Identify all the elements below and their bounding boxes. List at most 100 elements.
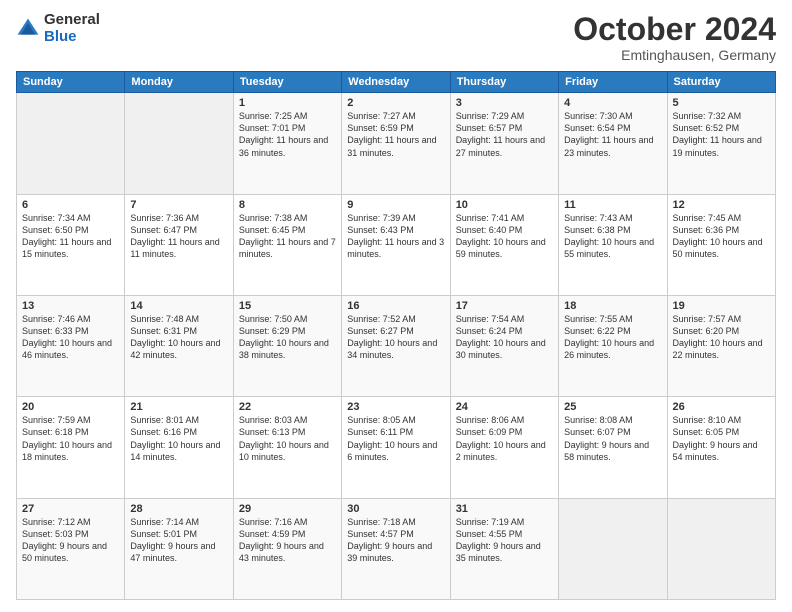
calendar-cell: 4Sunrise: 7:30 AM Sunset: 6:54 PM Daylig… — [559, 93, 667, 194]
calendar-cell: 27Sunrise: 7:12 AM Sunset: 5:03 PM Dayli… — [17, 498, 125, 599]
day-number: 28 — [130, 503, 227, 515]
month-title: October 2024 — [573, 12, 776, 47]
calendar-cell: 3Sunrise: 7:29 AM Sunset: 6:57 PM Daylig… — [450, 93, 558, 194]
calendar-cell: 20Sunrise: 7:59 AM Sunset: 6:18 PM Dayli… — [17, 397, 125, 498]
day-number: 4 — [564, 97, 661, 109]
day-number: 23 — [347, 401, 444, 413]
day-info: Sunrise: 7:41 AM Sunset: 6:40 PM Dayligh… — [456, 212, 553, 261]
calendar-cell: 7Sunrise: 7:36 AM Sunset: 6:47 PM Daylig… — [125, 194, 233, 295]
calendar-cell: 14Sunrise: 7:48 AM Sunset: 6:31 PM Dayli… — [125, 295, 233, 396]
day-number: 5 — [673, 97, 770, 109]
day-info: Sunrise: 7:19 AM Sunset: 4:55 PM Dayligh… — [456, 516, 553, 565]
day-info: Sunrise: 7:27 AM Sunset: 6:59 PM Dayligh… — [347, 110, 444, 159]
calendar-cell: 6Sunrise: 7:34 AM Sunset: 6:50 PM Daylig… — [17, 194, 125, 295]
day-info: Sunrise: 7:39 AM Sunset: 6:43 PM Dayligh… — [347, 212, 444, 261]
day-info: Sunrise: 8:06 AM Sunset: 6:09 PM Dayligh… — [456, 414, 553, 463]
calendar-cell: 1Sunrise: 7:25 AM Sunset: 7:01 PM Daylig… — [233, 93, 341, 194]
day-header-saturday: Saturday — [667, 72, 775, 93]
day-number: 19 — [673, 300, 770, 312]
day-number: 25 — [564, 401, 661, 413]
calendar-table: SundayMondayTuesdayWednesdayThursdayFrid… — [16, 71, 776, 600]
day-info: Sunrise: 7:57 AM Sunset: 6:20 PM Dayligh… — [673, 313, 770, 362]
day-info: Sunrise: 7:16 AM Sunset: 4:59 PM Dayligh… — [239, 516, 336, 565]
calendar-cell: 24Sunrise: 8:06 AM Sunset: 6:09 PM Dayli… — [450, 397, 558, 498]
day-info: Sunrise: 7:52 AM Sunset: 6:27 PM Dayligh… — [347, 313, 444, 362]
logo-general: General — [44, 12, 100, 29]
day-info: Sunrise: 8:08 AM Sunset: 6:07 PM Dayligh… — [564, 414, 661, 463]
day-number: 31 — [456, 503, 553, 515]
day-info: Sunrise: 8:05 AM Sunset: 6:11 PM Dayligh… — [347, 414, 444, 463]
day-number: 6 — [22, 199, 119, 211]
day-number: 14 — [130, 300, 227, 312]
calendar-cell: 23Sunrise: 8:05 AM Sunset: 6:11 PM Dayli… — [342, 397, 450, 498]
day-info: Sunrise: 7:30 AM Sunset: 6:54 PM Dayligh… — [564, 110, 661, 159]
calendar-cell: 17Sunrise: 7:54 AM Sunset: 6:24 PM Dayli… — [450, 295, 558, 396]
day-number: 8 — [239, 199, 336, 211]
day-info: Sunrise: 7:32 AM Sunset: 6:52 PM Dayligh… — [673, 110, 770, 159]
day-number: 10 — [456, 199, 553, 211]
logo-icon — [16, 17, 40, 41]
day-number: 27 — [22, 503, 119, 515]
day-number: 29 — [239, 503, 336, 515]
calendar-cell: 15Sunrise: 7:50 AM Sunset: 6:29 PM Dayli… — [233, 295, 341, 396]
day-info: Sunrise: 7:43 AM Sunset: 6:38 PM Dayligh… — [564, 212, 661, 261]
day-number: 7 — [130, 199, 227, 211]
logo: General Blue — [16, 12, 100, 45]
calendar-cell: 25Sunrise: 8:08 AM Sunset: 6:07 PM Dayli… — [559, 397, 667, 498]
day-number: 20 — [22, 401, 119, 413]
day-info: Sunrise: 7:36 AM Sunset: 6:47 PM Dayligh… — [130, 212, 227, 261]
day-info: Sunrise: 7:12 AM Sunset: 5:03 PM Dayligh… — [22, 516, 119, 565]
day-number: 15 — [239, 300, 336, 312]
calendar-cell: 30Sunrise: 7:18 AM Sunset: 4:57 PM Dayli… — [342, 498, 450, 599]
day-number: 21 — [130, 401, 227, 413]
calendar-cell: 9Sunrise: 7:39 AM Sunset: 6:43 PM Daylig… — [342, 194, 450, 295]
day-info: Sunrise: 7:34 AM Sunset: 6:50 PM Dayligh… — [22, 212, 119, 261]
calendar-cell: 21Sunrise: 8:01 AM Sunset: 6:16 PM Dayli… — [125, 397, 233, 498]
day-info: Sunrise: 7:55 AM Sunset: 6:22 PM Dayligh… — [564, 313, 661, 362]
calendar-cell: 10Sunrise: 7:41 AM Sunset: 6:40 PM Dayli… — [450, 194, 558, 295]
calendar-cell: 11Sunrise: 7:43 AM Sunset: 6:38 PM Dayli… — [559, 194, 667, 295]
day-header-tuesday: Tuesday — [233, 72, 341, 93]
day-number: 17 — [456, 300, 553, 312]
calendar-cell: 18Sunrise: 7:55 AM Sunset: 6:22 PM Dayli… — [559, 295, 667, 396]
calendar-cell: 19Sunrise: 7:57 AM Sunset: 6:20 PM Dayli… — [667, 295, 775, 396]
day-number: 22 — [239, 401, 336, 413]
day-info: Sunrise: 7:25 AM Sunset: 7:01 PM Dayligh… — [239, 110, 336, 159]
calendar-cell — [17, 93, 125, 194]
calendar-cell: 29Sunrise: 7:16 AM Sunset: 4:59 PM Dayli… — [233, 498, 341, 599]
day-header-thursday: Thursday — [450, 72, 558, 93]
day-info: Sunrise: 7:45 AM Sunset: 6:36 PM Dayligh… — [673, 212, 770, 261]
day-info: Sunrise: 8:03 AM Sunset: 6:13 PM Dayligh… — [239, 414, 336, 463]
day-number: 1 — [239, 97, 336, 109]
day-info: Sunrise: 7:46 AM Sunset: 6:33 PM Dayligh… — [22, 313, 119, 362]
calendar-cell: 22Sunrise: 8:03 AM Sunset: 6:13 PM Dayli… — [233, 397, 341, 498]
day-info: Sunrise: 7:14 AM Sunset: 5:01 PM Dayligh… — [130, 516, 227, 565]
day-number: 24 — [456, 401, 553, 413]
calendar-cell — [125, 93, 233, 194]
calendar-cell: 2Sunrise: 7:27 AM Sunset: 6:59 PM Daylig… — [342, 93, 450, 194]
calendar-cell: 5Sunrise: 7:32 AM Sunset: 6:52 PM Daylig… — [667, 93, 775, 194]
calendar-cell: 28Sunrise: 7:14 AM Sunset: 5:01 PM Dayli… — [125, 498, 233, 599]
day-info: Sunrise: 8:10 AM Sunset: 6:05 PM Dayligh… — [673, 414, 770, 463]
calendar-cell: 8Sunrise: 7:38 AM Sunset: 6:45 PM Daylig… — [233, 194, 341, 295]
day-number: 26 — [673, 401, 770, 413]
day-number: 9 — [347, 199, 444, 211]
calendar-cell: 31Sunrise: 7:19 AM Sunset: 4:55 PM Dayli… — [450, 498, 558, 599]
day-info: Sunrise: 7:48 AM Sunset: 6:31 PM Dayligh… — [130, 313, 227, 362]
day-number: 12 — [673, 199, 770, 211]
day-number: 3 — [456, 97, 553, 109]
day-number: 18 — [564, 300, 661, 312]
calendar-cell: 16Sunrise: 7:52 AM Sunset: 6:27 PM Dayli… — [342, 295, 450, 396]
day-info: Sunrise: 7:50 AM Sunset: 6:29 PM Dayligh… — [239, 313, 336, 362]
logo-blue: Blue — [44, 29, 100, 46]
day-info: Sunrise: 7:18 AM Sunset: 4:57 PM Dayligh… — [347, 516, 444, 565]
calendar-cell — [559, 498, 667, 599]
day-number: 2 — [347, 97, 444, 109]
day-info: Sunrise: 7:38 AM Sunset: 6:45 PM Dayligh… — [239, 212, 336, 261]
calendar-cell — [667, 498, 775, 599]
day-number: 13 — [22, 300, 119, 312]
day-header-monday: Monday — [125, 72, 233, 93]
day-info: Sunrise: 8:01 AM Sunset: 6:16 PM Dayligh… — [130, 414, 227, 463]
title-block: October 2024 Emtinghausen, Germany — [573, 12, 776, 63]
calendar-cell: 12Sunrise: 7:45 AM Sunset: 6:36 PM Dayli… — [667, 194, 775, 295]
